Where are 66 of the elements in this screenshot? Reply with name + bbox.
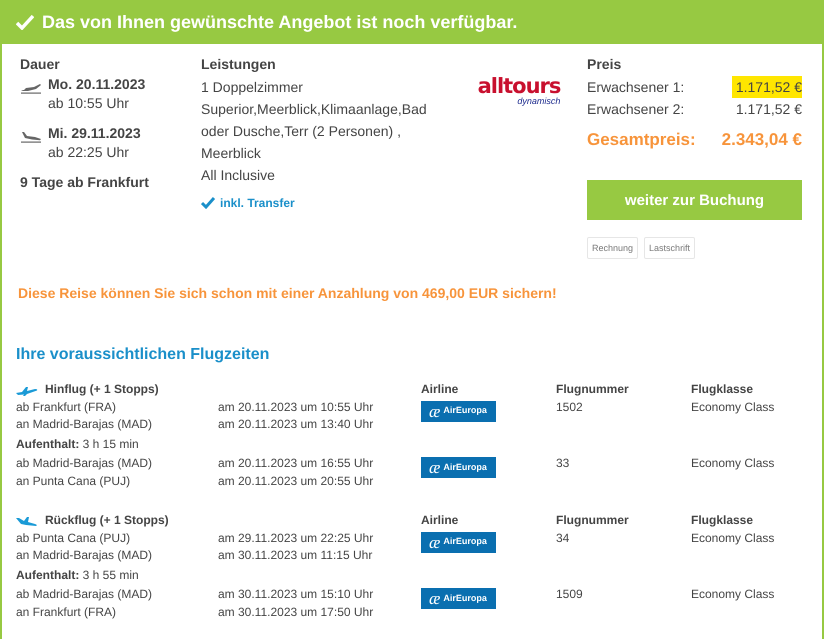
section-heading: Ihre voraussichtlichen Flugzeiten [16, 346, 270, 364]
plane-icon [16, 514, 38, 527]
column-header: Flugnummer [556, 512, 630, 529]
transfer-label: inkl. Transfer [220, 196, 295, 210]
flight-number: 34 [556, 530, 570, 544]
travel-time: ab 10:55 Uhr [48, 95, 130, 111]
total-amount: 2.343,04 € [722, 130, 802, 150]
travel-date: Mi. 29.11.2023 [48, 125, 141, 141]
price-amount: 1.171,52 € [732, 76, 802, 98]
flight-time: am 30.11.2023 um 17:50 Uhr [218, 604, 374, 620]
price-label: Erwachsener 1: [587, 78, 684, 97]
airport-text: ab Frankfurt (FRA) [16, 398, 118, 416]
flight-number: 1509 [556, 587, 583, 601]
service-text: Meerblick [201, 144, 262, 163]
section-heading: Leistungen [201, 56, 277, 72]
service-text: Superior,Meerblick,Klimaanlage,Bad oder Dusche,Terr (2 Personen) , [201, 100, 428, 141]
flight-class: Economy Class [691, 400, 774, 414]
service-text: All Inclusive [201, 166, 276, 185]
flight-leg-title: Hinflug (+ 1 Stopps) [45, 381, 159, 398]
flight-time: am 30.11.2023 um 15:10 Uhr [218, 586, 374, 603]
flight-time: am 20.11.2023 um 13:40 Uhr [218, 416, 374, 433]
section-heading: Dauer [20, 56, 61, 72]
flight-time: am 20.11.2023 um 10:55 Uhr [218, 398, 374, 416]
flight-time: am 20.11.2023 um 20:55 Uhr [218, 472, 374, 490]
check-icon [201, 197, 215, 209]
flight-class: Economy Class [691, 587, 774, 601]
check-icon [16, 14, 34, 30]
airport-text: ab Madrid-Barajas (MAD) [16, 455, 154, 472]
deposit-note: Diese Reise können Sie sich schon mit einer Anzahlung von 469,00 EUR sichern! [18, 285, 558, 301]
flight-class: Economy Class [691, 456, 774, 470]
flight-number: 1502 [556, 400, 583, 414]
column-header: Airline [421, 381, 460, 398]
airport-text: an Punta Cana (PUJ) [16, 472, 132, 490]
column-header: Airline [421, 512, 460, 529]
payment-method-badge: Rechnung [587, 237, 638, 259]
travel-time: ab 22:25 Uhr [48, 144, 130, 160]
price-amount: 1.171,52 € [734, 100, 802, 119]
column-header: Flugklasse [691, 512, 754, 529]
section-heading: Preis [587, 56, 622, 72]
column-header: Flugnummer [556, 381, 630, 398]
plane-takeoff-icon [20, 82, 42, 94]
total-label: Gesamtpreis: [587, 130, 696, 150]
booking-button[interactable]: weiter zur Buchung [587, 180, 802, 220]
banner-message: Das von Ihnen gewünschte Angebot ist noch verfügbar. [42, 12, 518, 32]
flight-number: 33 [556, 456, 570, 470]
flight-leg-title: Rückflug (+ 1 Stopps) [45, 512, 169, 529]
airport-text: an Madrid-Barajas (MAD) [16, 416, 154, 433]
travel-date: Mo. 20.11.2023 [48, 76, 146, 92]
stopover-text: Aufenthalt: 3 h 55 min [16, 566, 140, 584]
logo-text: alltours [478, 76, 560, 97]
service-text: 1 Doppelzimmer [201, 78, 304, 97]
flight-class: Economy Class [691, 530, 774, 544]
price-label: Erwachsener 2: [587, 100, 684, 119]
column-header: Flugklasse [691, 381, 754, 398]
airport-text: an Madrid-Barajas (MAD) [16, 547, 154, 564]
stopover-text: Aufenthalt: 3 h 15 min [16, 436, 140, 452]
flight-time: am 20.11.2023 um 16:55 Uhr [218, 455, 374, 472]
airport-text: ab Punta Cana (PUJ) [16, 530, 132, 546]
plane-landing-icon [20, 131, 42, 143]
flight-time: am 30.11.2023 um 11:15 Uhr [218, 547, 374, 564]
logo-text: dynamisch [517, 97, 560, 106]
airport-text: an Frankfurt (FRA) [16, 604, 118, 620]
flight-time: am 29.11.2023 um 22:25 Uhr [218, 530, 374, 546]
airport-text: ab Madrid-Barajas (MAD) [16, 586, 154, 603]
trip-summary: 9 Tage ab Frankfurt [20, 174, 150, 190]
payment-method-badge: Lastschrift [644, 237, 696, 259]
